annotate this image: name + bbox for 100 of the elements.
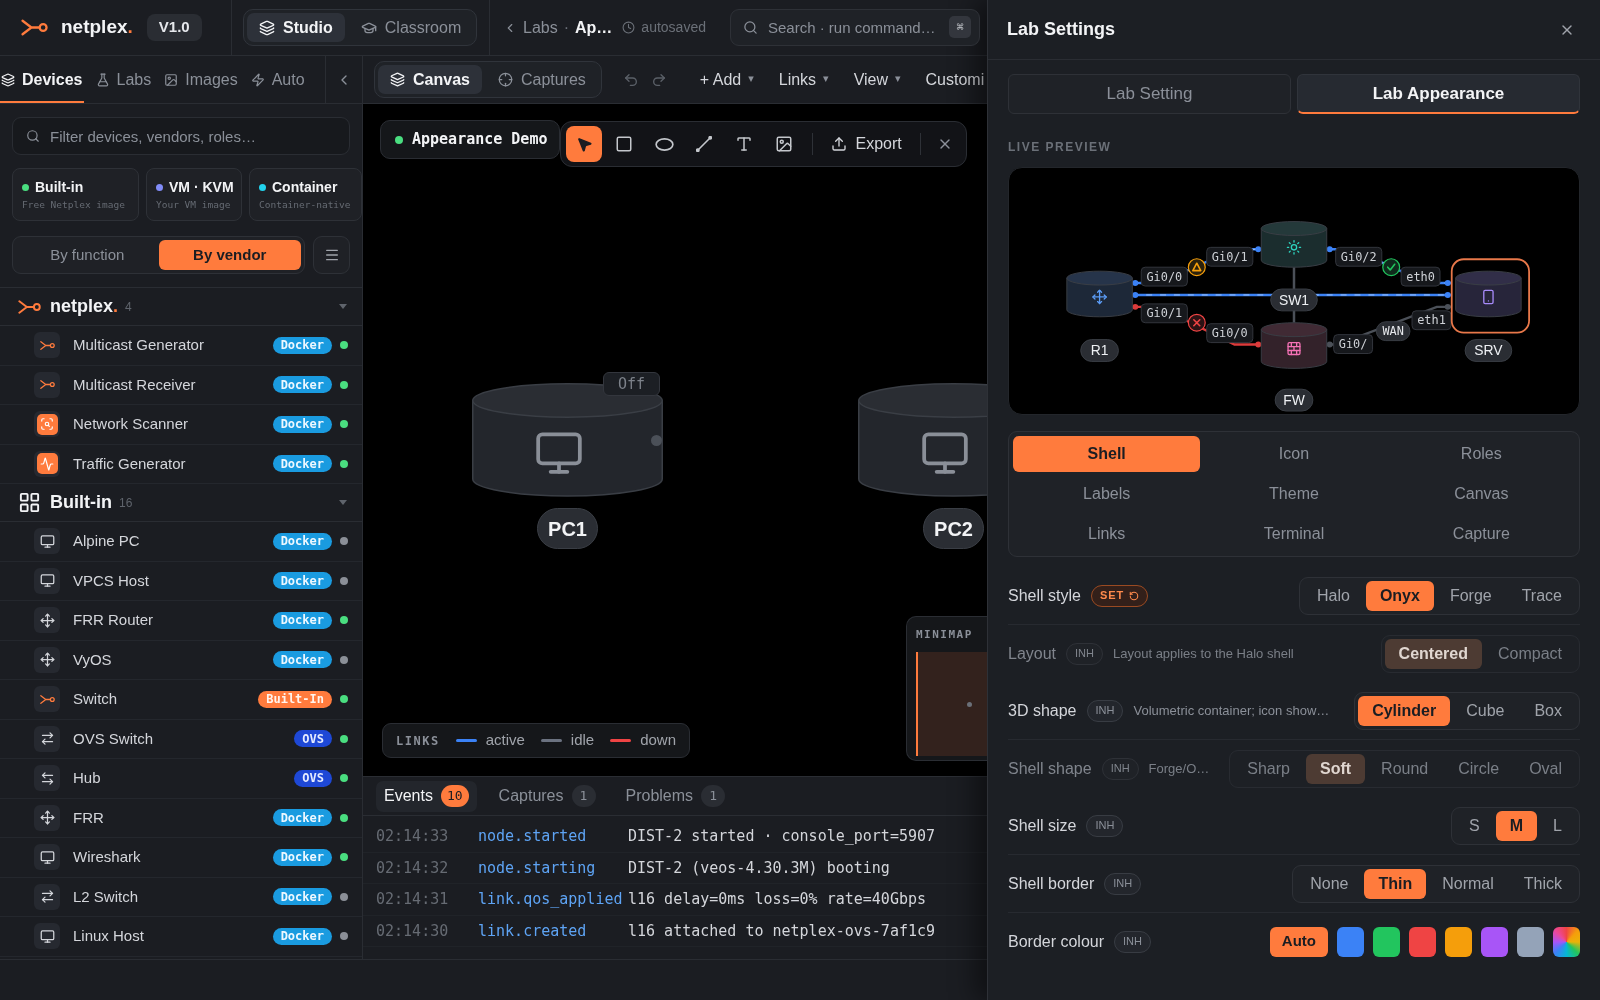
cylinder-node[interactable] <box>1455 270 1522 318</box>
log-tab[interactable]: Events 10 <box>376 780 477 812</box>
sidebar-tab[interactable]: Auto <box>249 56 306 103</box>
sidebar-tab[interactable]: Images <box>163 56 239 103</box>
device-name[interactable]: Hub <box>73 767 101 790</box>
runtime-tag: Docker <box>272 611 332 629</box>
view-tab[interactable]: Canvas <box>378 65 482 94</box>
swatch-icon[interactable] <box>1373 926 1400 957</box>
grouping-option[interactable]: By vendor <box>158 240 301 270</box>
cylinder-node[interactable] <box>1260 322 1328 369</box>
crosshair-icon <box>497 72 513 87</box>
source-card[interactable]: Built-in Free Netplex image <box>12 168 139 221</box>
event-type: node.started <box>478 826 588 847</box>
source-card[interactable]: Container Container-native <box>249 168 362 221</box>
settings-tab[interactable]: Lab Appearance <box>1297 74 1580 114</box>
event-message: DIST-2 (veos-4.30.3M) booting <box>628 857 890 879</box>
menu-button[interactable] <box>313 236 350 274</box>
category-tab[interactable]: Shell <box>1013 436 1201 472</box>
group-name[interactable]: netplex. <box>50 293 119 320</box>
swatch-icon[interactable] <box>1481 926 1508 957</box>
mode-tab[interactable]: Studio <box>247 13 345 42</box>
sidebar-tab[interactable]: Devices <box>0 56 84 103</box>
swatch-icon[interactable] <box>1337 926 1364 957</box>
layers-icon <box>1 72 15 87</box>
device-name[interactable]: VyOS <box>73 648 112 671</box>
menu-dropdown[interactable]: Links ▾ <box>778 67 829 92</box>
cylinder-node[interactable] <box>1260 221 1328 268</box>
device-name[interactable]: Network Scanner <box>73 413 189 436</box>
log-tab[interactable]: Problems 1 <box>617 780 734 812</box>
swap-arrows-icon <box>34 883 60 910</box>
segment-option[interactable]: M <box>1495 810 1538 841</box>
device-name[interactable]: FRR <box>73 806 104 829</box>
category-tab[interactable]: Capture <box>1387 516 1575 552</box>
runtime-tag: Docker <box>272 888 332 906</box>
export-button[interactable]: Export <box>823 126 910 162</box>
gradient-swatch-icon[interactable] <box>1553 926 1580 957</box>
inherited-tag: INH <box>1086 699 1124 722</box>
group-name[interactable]: Built-in <box>50 489 112 516</box>
segment-option[interactable]: Normal <box>1428 868 1508 899</box>
source-subtitle: Free Netplex image <box>22 198 126 212</box>
link-line[interactable]: Gi0/0 Gi0/1 <box>1131 246 1262 287</box>
link-line[interactable]: Gi0/ eth1 WAN <box>1326 303 1452 354</box>
menu-dropdown[interactable]: Customi <box>925 67 985 92</box>
segment-option[interactable]: Forge <box>1435 580 1506 611</box>
category-tab[interactable]: Icon <box>1200 436 1388 472</box>
segment-option[interactable]: Thin <box>1364 868 1427 899</box>
segment-option[interactable]: Halo <box>1302 580 1364 611</box>
device-name[interactable]: Multicast Receiver <box>73 373 196 396</box>
swatch-icon[interactable] <box>1517 926 1544 957</box>
device-name[interactable]: Traffic Generator <box>73 452 186 475</box>
device-name[interactable]: Switch <box>73 688 118 711</box>
port-handle-icon[interactable] <box>651 435 662 446</box>
category-tab[interactable]: Canvas <box>1387 476 1575 512</box>
category-tab[interactable]: Terminal <box>1200 516 1388 552</box>
category-tab[interactable]: Roles <box>1387 436 1575 472</box>
swatch-icon[interactable] <box>1409 926 1436 957</box>
segment-option[interactable]: None <box>1296 868 1363 899</box>
segment-option[interactable]: Cube <box>1452 695 1519 726</box>
breadcrumb-link[interactable]: Labs <box>523 15 558 40</box>
segment-option[interactable]: Box <box>1520 695 1576 726</box>
pointer-tool[interactable] <box>566 126 603 162</box>
panel-title: Lab Settings <box>1007 18 1115 41</box>
auto-option[interactable]: Auto <box>1269 926 1328 957</box>
cylinder-node[interactable] <box>1066 270 1133 318</box>
device-name[interactable]: Wireshark <box>73 846 141 869</box>
swatch-icon[interactable] <box>1445 926 1472 957</box>
settings-tab[interactable]: Lab Setting <box>1008 74 1291 114</box>
device-name[interactable]: Linux Host <box>73 925 144 948</box>
segment-option[interactable]: Onyx <box>1365 580 1434 611</box>
segment-option[interactable]: L <box>1539 810 1576 841</box>
segment-option[interactable]: S <box>1455 810 1494 841</box>
device-name[interactable]: L2 Switch <box>73 885 139 908</box>
mode-tab[interactable]: Classroom <box>348 13 474 42</box>
category-tab[interactable]: Links <box>1013 516 1201 552</box>
source-card[interactable]: VM · KVM Your VM image <box>146 168 242 221</box>
device-name[interactable]: OVS Switch <box>73 727 154 750</box>
view-tab[interactable]: Captures <box>485 65 598 94</box>
segment-option[interactable]: Cylinder <box>1358 695 1451 726</box>
sidebar-tab[interactable]: Labs <box>94 56 153 103</box>
filter-field[interactable]: Filter devices, vendors, roles… <box>12 117 350 155</box>
grid-icon <box>18 491 41 514</box>
segment-option[interactable]: Trace <box>1507 580 1576 611</box>
device-name[interactable]: Multicast Generator <box>73 334 204 357</box>
redo-icon[interactable] <box>650 71 667 88</box>
segment-option[interactable]: Thick <box>1509 868 1576 899</box>
device-name[interactable]: Alpine PC <box>73 530 140 553</box>
override-tag[interactable]: SET <box>1090 584 1149 607</box>
cylinder-node[interactable] <box>858 383 987 497</box>
setting-hint: Volumetric container; icon show… <box>1133 701 1330 720</box>
link-line[interactable]: Gi0/1 Gi0/0 <box>1132 303 1262 348</box>
device-name[interactable]: VPCS Host <box>73 569 149 592</box>
menu-dropdown[interactable]: View ▾ <box>853 67 901 92</box>
link-line[interactable]: Gi0/2 eth0 <box>1326 246 1452 287</box>
device-name[interactable]: FRR Router <box>73 609 154 632</box>
category-tab[interactable]: Labels <box>1013 476 1201 512</box>
category-tab[interactable]: Theme <box>1200 476 1388 512</box>
menu-dropdown[interactable]: + Add ▾ <box>699 67 754 92</box>
undo-icon[interactable] <box>622 71 639 88</box>
grouping-option[interactable]: By function <box>16 240 159 270</box>
log-tab[interactable]: Captures 1 <box>490 780 604 812</box>
